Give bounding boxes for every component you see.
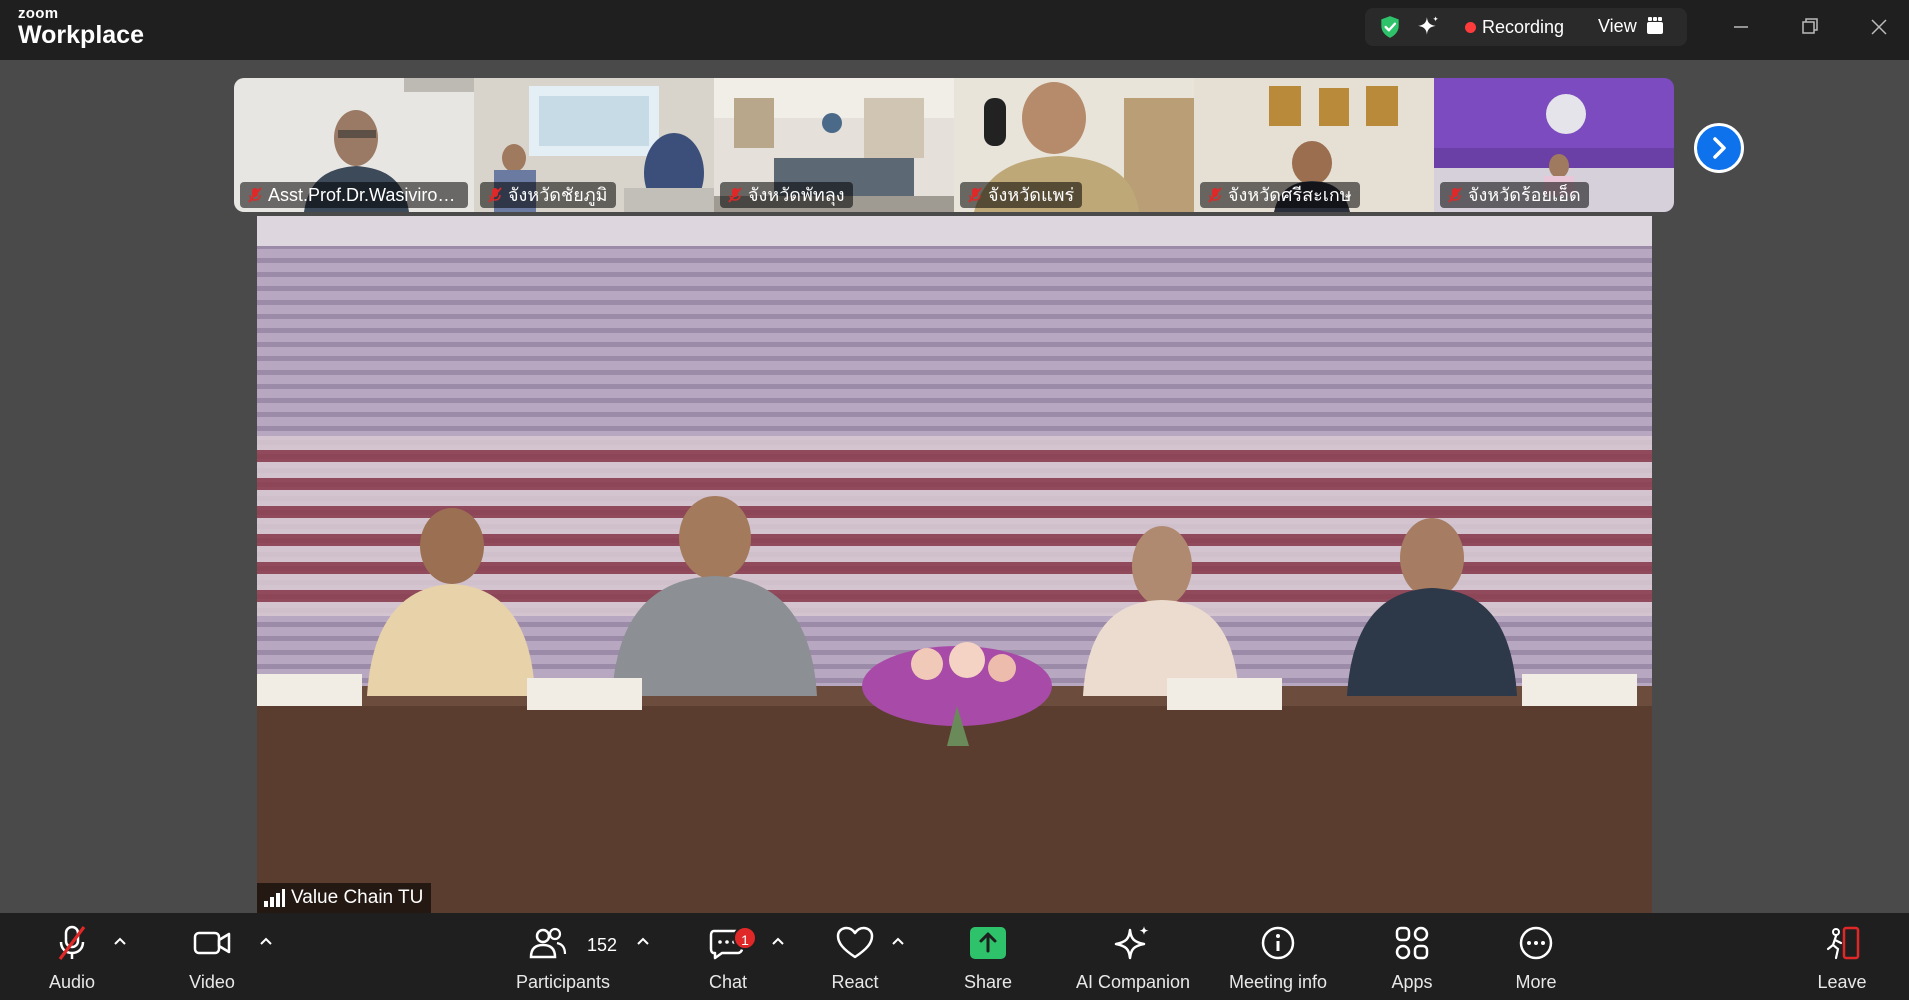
audio-options-chevron-icon[interactable]: [112, 935, 128, 947]
info-icon: [1261, 926, 1295, 960]
audio-button[interactable]: Audio: [32, 913, 112, 1000]
logo-workplace-text: Workplace: [18, 21, 144, 49]
microphone-muted-icon: [728, 187, 742, 203]
participant-name: จังหวัดแพร่: [988, 185, 1075, 205]
participant-tile[interactable]: จังหวัดศรีสะเกษ: [1194, 78, 1434, 212]
video-label: Video: [189, 972, 235, 992]
participants-button[interactable]: Participants: [508, 913, 618, 1000]
leave-door-icon: [1826, 926, 1860, 960]
title-bar: zoom Workplace Recording View: [0, 0, 1909, 60]
ai-sparkle-icon[interactable]: [1415, 14, 1441, 40]
logo-zoom-text: zoom: [18, 5, 59, 22]
participant-tile[interactable]: จังหวัดแพร่: [954, 78, 1194, 212]
react-label: React: [831, 972, 879, 992]
react-button[interactable]: React: [815, 913, 895, 1000]
heart-icon: [836, 926, 874, 959]
more-label: More: [1515, 972, 1557, 992]
ai-companion-button[interactable]: AI Companion: [1068, 913, 1198, 1000]
microphone-muted-icon: [488, 187, 502, 203]
participant-name: Asst.Prof.Dr.Wasivirot ...: [268, 185, 463, 205]
chat-unread-badge: 1: [733, 926, 757, 950]
active-speaker-video-feed: [257, 216, 1652, 913]
microphone-muted-icon: [968, 187, 982, 203]
meeting-info-label: Meeting info: [1228, 972, 1328, 992]
participants-icon: [529, 927, 567, 959]
active-speaker-name: Value Chain TU: [291, 887, 424, 908]
share-screen-button[interactable]: Share: [948, 913, 1028, 1000]
leave-label: Leave: [1817, 972, 1867, 992]
participant-name: จังหวัดชัยภูมิ: [508, 185, 608, 205]
participants-count: 152: [587, 935, 618, 955]
meeting-status-bar: Recording View: [1365, 8, 1687, 46]
next-page-arrow-icon[interactable]: [1694, 123, 1744, 173]
active-speaker-name-label: Value Chain TU: [257, 883, 432, 913]
video-camera-icon: [193, 931, 231, 955]
share-screen-icon: [970, 927, 1006, 959]
participant-name-label: จังหวัดพัทลุง: [720, 182, 853, 208]
participant-tile[interactable]: จังหวัดชัยภูมิ: [474, 78, 714, 212]
video-button[interactable]: Video: [172, 913, 252, 1000]
participant-name: จังหวัดพัทลุง: [748, 185, 845, 205]
apps-button[interactable]: Apps: [1372, 913, 1452, 1000]
view-button[interactable]: View: [1598, 16, 1637, 37]
participant-name: จังหวัดศรีสะเกษ: [1228, 185, 1352, 205]
window-restore-icon[interactable]: [1793, 10, 1827, 44]
more-dots-icon: [1519, 926, 1553, 960]
apps-label: Apps: [1391, 972, 1433, 992]
participant-tile[interactable]: จังหวัดพัทลุง: [714, 78, 954, 212]
participant-name: จังหวัดร้อยเอ็ด: [1468, 185, 1581, 205]
recording-indicator-dot: [1465, 22, 1476, 33]
ai-companion-label: AI Companion: [1075, 972, 1191, 992]
react-options-chevron-icon[interactable]: [890, 935, 906, 947]
apps-grid-icon: [1395, 926, 1429, 960]
window-close-icon[interactable]: [1862, 10, 1896, 44]
participants-label: Participants: [515, 972, 611, 992]
participant-tile[interactable]: จังหวัดร้อยเอ็ด: [1434, 78, 1674, 212]
audio-label: Audio: [48, 972, 96, 992]
microphone-muted-icon: [1448, 187, 1462, 203]
microphone-muted-icon: [58, 925, 86, 960]
participant-name-label: Asst.Prof.Dr.Wasivirot ...: [240, 182, 468, 208]
chat-button[interactable]: Chat: [688, 913, 768, 1000]
participants-options-chevron-icon[interactable]: [635, 935, 651, 947]
signal-strength-icon: [264, 889, 285, 907]
microphone-muted-icon: [248, 187, 262, 203]
app-logo: zoom Workplace: [18, 6, 144, 48]
meeting-toolbar: Audio Video Participants 152 Chat 1 Reac…: [0, 913, 1909, 1000]
view-grid-icon[interactable]: [1646, 17, 1664, 35]
participant-name-label: จังหวัดร้อยเอ็ด: [1440, 182, 1589, 208]
share-label: Share: [963, 972, 1013, 992]
meeting-info-button[interactable]: Meeting info: [1218, 913, 1338, 1000]
participant-name-label: จังหวัดศรีสะเกษ: [1200, 182, 1360, 208]
participant-name-label: จังหวัดแพร่: [960, 182, 1083, 208]
leave-meeting-button[interactable]: Leave: [1802, 913, 1882, 1000]
chat-label: Chat: [708, 972, 748, 992]
recording-label[interactable]: Recording: [1482, 17, 1564, 38]
participant-tile[interactable]: Asst.Prof.Dr.Wasivirot ...: [234, 78, 474, 212]
participant-thumbnail-strip: Asst.Prof.Dr.Wasivirot ... จังหวัดชัยภูม…: [234, 78, 1674, 212]
ai-sparkle-icon: [1114, 926, 1149, 960]
window-minimize-icon[interactable]: [1724, 10, 1758, 44]
microphone-muted-icon: [1208, 187, 1222, 203]
security-shield-icon[interactable]: [1377, 14, 1403, 40]
active-speaker-video: Value Chain TU: [257, 216, 1652, 913]
more-button[interactable]: More: [1496, 913, 1576, 1000]
participant-name-label: จังหวัดชัยภูมิ: [480, 182, 616, 208]
video-options-chevron-icon[interactable]: [258, 935, 274, 947]
chat-options-chevron-icon[interactable]: [770, 935, 786, 947]
